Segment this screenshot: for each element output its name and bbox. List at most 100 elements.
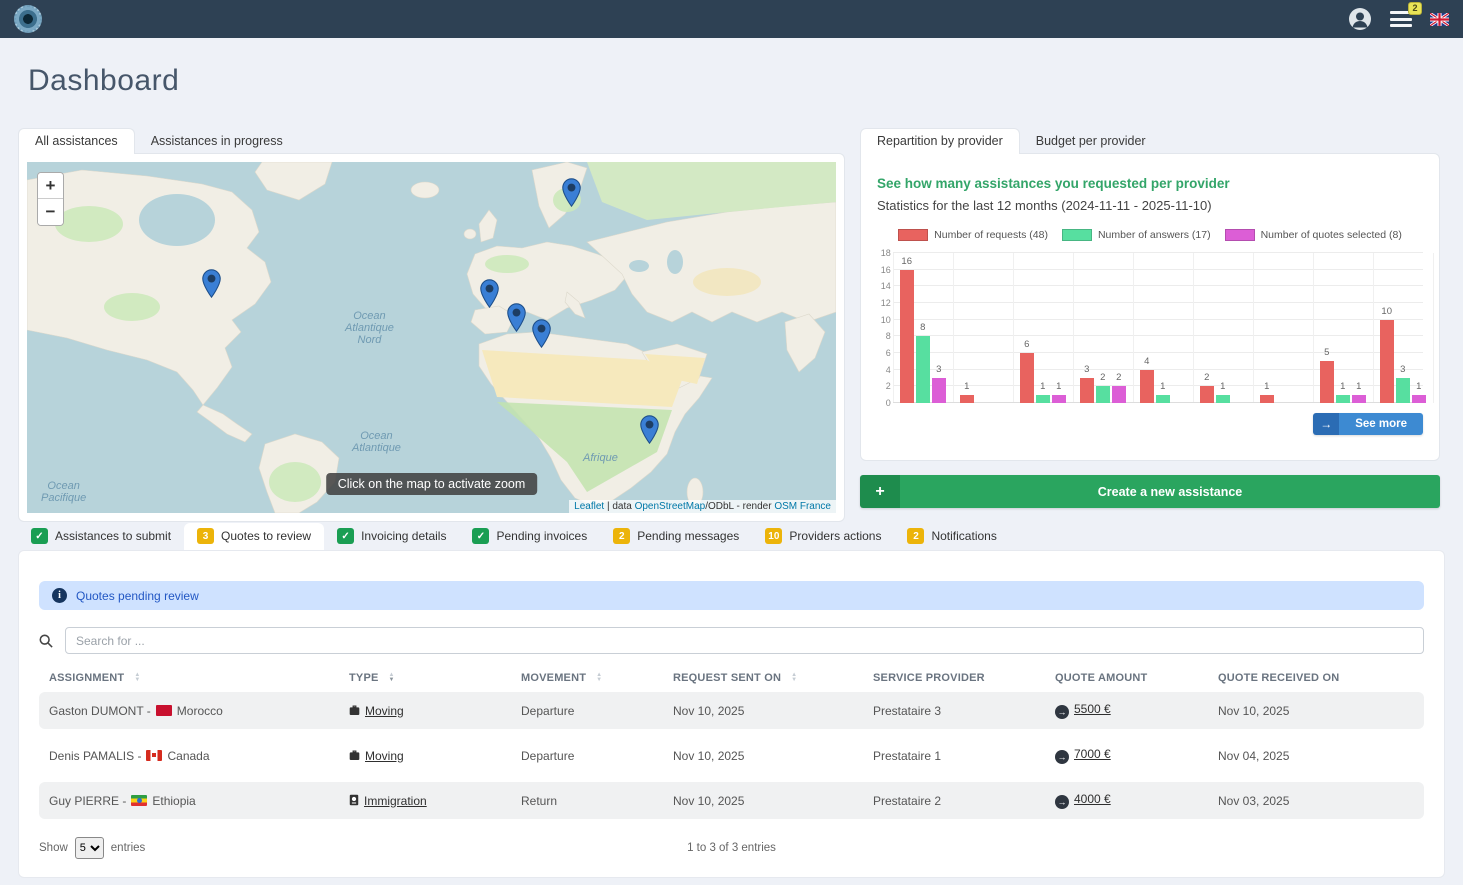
column-label: MOVEMENT [521, 672, 586, 684]
bar-number-of-requests-48-group-7 [1260, 395, 1274, 403]
assignee-name: Guy PIERRE - [49, 794, 126, 808]
bar-value-label: 10 [1380, 306, 1394, 317]
language-flag-uk-icon[interactable] [1430, 13, 1449, 26]
column-label: QUOTE RECEIVED ON [1218, 672, 1339, 684]
arrow-circle-icon: → [1055, 705, 1069, 719]
tab-label: Assistances to submit [55, 529, 171, 543]
chart-legend: Number of requests (48)Number of answers… [877, 229, 1423, 241]
count-badge: 2 [907, 528, 924, 544]
provider-cell: Prestataire 2 [873, 794, 1055, 808]
legend-item-number-of-answers-17: Number of answers (17) [1062, 229, 1211, 241]
see-more-button[interactable]: → See more [1313, 413, 1423, 435]
bar-number-of-requests-48-group-9 [1380, 320, 1394, 403]
type-link[interactable]: Moving [365, 749, 404, 763]
quote-amount-cell: → 5500 € [1055, 702, 1218, 719]
bar-value-label: 6 [1020, 339, 1034, 350]
legend-swatch [1225, 229, 1255, 241]
attribution-text: /ODbL - render [705, 501, 774, 512]
info-bar: i Quotes pending review [39, 581, 1424, 610]
hamburger-menu-icon[interactable]: 2 [1390, 11, 1412, 27]
app-logo-icon[interactable] [14, 5, 42, 33]
column-label: ASSIGNMENT [49, 672, 124, 684]
type-link[interactable]: Moving [365, 704, 404, 718]
map-marker-icon[interactable] [202, 269, 221, 298]
request-sent-cell: Nov 10, 2025 [673, 749, 873, 763]
y-axis-tick: 18 [881, 248, 891, 258]
column-header-assignment[interactable]: ASSIGNMENT▲▼ [49, 672, 349, 684]
briefcase-icon [349, 705, 360, 716]
column-header-request-sent-on[interactable]: REQUEST SENT ON▲▼ [673, 672, 873, 684]
tasks-tab-providers-actions[interactable]: 10Providers actions [752, 523, 894, 550]
table-header: ASSIGNMENT▲▼TYPE▲▼MOVEMENT▲▼REQUEST SENT… [39, 672, 1424, 684]
bar-number-of-quotes-selected-8-group-3 [1052, 395, 1066, 403]
quote-amount-link[interactable]: 5500 € [1074, 702, 1111, 716]
map-marker-icon[interactable] [532, 319, 551, 348]
y-axis-tick: 0 [886, 398, 891, 408]
type-cell: Immigration [349, 794, 521, 808]
provider-cell: Prestataire 3 [873, 704, 1055, 718]
zoom-in-button[interactable]: + [38, 173, 63, 199]
movement-cell: Return [521, 794, 673, 808]
chart-tab-repartition-by-provider[interactable]: Repartition by provider [860, 128, 1020, 154]
bar-value-label: 4 [1140, 356, 1154, 367]
quote-amount-link[interactable]: 4000 € [1074, 792, 1111, 806]
y-axis-tick: 6 [886, 348, 891, 358]
bar-number-of-requests-48-group-1 [900, 270, 914, 403]
legend-swatch [898, 229, 928, 241]
quote-amount-cell: →4000 € [1055, 792, 1218, 809]
world-map[interactable]: Ocean Atlantique NordOcean AtlantiqueOce… [27, 162, 836, 513]
bar-value-label: 2 [1200, 372, 1214, 383]
map-marker-icon[interactable] [562, 178, 581, 207]
bar-value-label: 3 [1396, 364, 1410, 375]
check-badge-icon: ✓ [472, 528, 489, 544]
provider-cell: Prestataire 1 [873, 749, 1055, 763]
tab-label: Pending invoices [496, 529, 587, 543]
map-panel-tabs: All assistancesAssistances in progress [18, 129, 845, 154]
zoom-out-button[interactable]: − [38, 199, 63, 225]
bar-value-label: 2 [1096, 372, 1110, 383]
table-body: Gaston DUMONT -MoroccoMovingDepartureNov… [39, 692, 1424, 819]
tasks-tab-pending-messages[interactable]: 2Pending messages [600, 523, 752, 550]
attribution-link-osm-france[interactable]: OSM France [774, 501, 831, 512]
create-assistance-button[interactable]: + Create a new assistance [860, 475, 1440, 508]
chart-tab-budget-per-provider[interactable]: Budget per provider [1020, 129, 1162, 154]
map-tab-all-assistances[interactable]: All assistances [18, 128, 135, 154]
country-name: Canada [167, 749, 209, 763]
bar-value-label: 1 [1036, 381, 1050, 392]
column-header-movement[interactable]: MOVEMENT▲▼ [521, 672, 673, 684]
tasks-tab-notifications[interactable]: 2Notifications [894, 523, 1009, 550]
y-axis-tick: 16 [881, 265, 891, 275]
legend-label: Number of answers (17) [1098, 229, 1211, 241]
movement-cell: Departure [521, 749, 673, 763]
y-axis-tick: 2 [886, 381, 891, 391]
bar-value-label: 1 [1412, 381, 1426, 392]
user-avatar-icon[interactable] [1348, 7, 1372, 31]
attribution-link-leaflet[interactable]: Leaflet [574, 501, 604, 512]
bar-number-of-requests-48-group-5 [1140, 370, 1154, 403]
type-cell: Moving [349, 749, 521, 763]
tab-label: Quotes to review [221, 529, 311, 543]
map-tab-assistances-in-progress[interactable]: Assistances in progress [135, 129, 299, 154]
notifications-badge: 2 [1408, 2, 1422, 15]
request-sent-cell: Nov 10, 2025 [673, 794, 873, 808]
column-header-type[interactable]: TYPE▲▼ [349, 672, 521, 684]
type-link[interactable]: Immigration [364, 794, 427, 808]
bar-value-label: 1 [1336, 381, 1350, 392]
chart-subtitle: Statistics for the last 12 months (2024-… [877, 198, 1423, 213]
tasks-tab-pending-invoices[interactable]: ✓ Pending invoices [459, 523, 600, 550]
tasks-tab-invoicing-details[interactable]: ✓Invoicing details [324, 523, 459, 550]
attribution-link-openstreetmap[interactable]: OpenStreetMap [635, 501, 706, 512]
tasks-tab-assistances-to-submit[interactable]: ✓Assistances to submit [18, 523, 184, 550]
map-marker-icon[interactable] [640, 415, 659, 444]
page-size-select[interactable]: 5 [75, 837, 104, 859]
map-marker-icon[interactable] [507, 303, 526, 332]
count-badge: 2 [613, 528, 630, 544]
bar-number-of-quotes-selected-8-group-1 [932, 378, 946, 403]
quote-amount-link[interactable]: 7000 € [1074, 747, 1111, 761]
map-marker-icon[interactable] [480, 279, 499, 308]
page-title: Dashboard [28, 64, 179, 98]
assignment-cell: Guy PIERRE -Ethiopia [49, 794, 349, 808]
search-input[interactable] [65, 627, 1424, 654]
tasks-tab-quotes-to-review[interactable]: 3Quotes to review [184, 523, 324, 550]
attribution-text: | data [604, 501, 634, 512]
